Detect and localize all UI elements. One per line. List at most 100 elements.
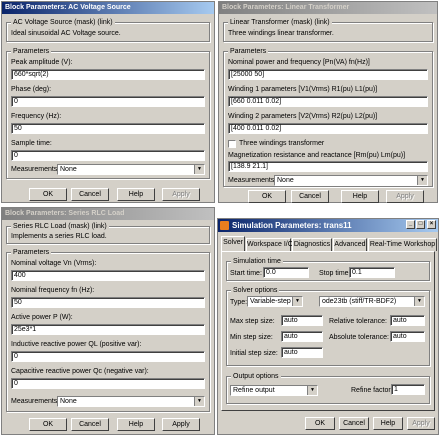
rlc-measurements-label: Measurements xyxy=(11,398,58,405)
tr-help-button[interactable]: Help xyxy=(341,190,379,203)
transformer-params-title: Parameters xyxy=(228,47,269,56)
minimize-icon[interactable]: _ xyxy=(406,220,415,229)
simulation-time-title: Simulation time xyxy=(231,257,283,266)
ac-measurements-select[interactable]: None ▼ xyxy=(57,164,205,175)
sim-ok-button[interactable]: OK xyxy=(305,417,335,430)
rlc-help-button[interactable]: Help xyxy=(117,418,155,431)
chevron-down-icon[interactable]: ▼ xyxy=(194,165,204,174)
rlc-mask-group: Series RLC Load (mask) (link) Implements… xyxy=(6,222,210,244)
stop-time-input[interactable]: 0.1 xyxy=(349,267,395,278)
winding2-label: Winding 2 parameters [V2(Vrms) R2(pu) L2… xyxy=(228,113,378,120)
ac-source-description: Ideal sinusoidal AC Voltage source. xyxy=(11,30,121,37)
rlc-description: Implements a series RLC load. xyxy=(11,233,107,240)
initial-step-label: Initial step size: xyxy=(230,350,278,357)
tr-measurements-select[interactable]: None ▼ xyxy=(274,175,428,186)
three-windings-label: Three windings transformer xyxy=(239,140,325,147)
tr-cancel-button[interactable]: Cancel xyxy=(291,190,329,203)
transformer-titlebar[interactable]: Block Parameters: Linear Transformer xyxy=(219,2,437,14)
nominal-frequency-label: Nominal frequency fn (Hz): xyxy=(11,287,95,294)
tr-measurements-value: None xyxy=(277,177,294,184)
type-value: Variable-step xyxy=(250,298,291,305)
rlc-apply-button[interactable]: Apply xyxy=(162,418,200,431)
tab-diagnostics[interactable]: Diagnostics xyxy=(292,238,332,251)
peak-amplitude-label: Peak amplitude (V): xyxy=(11,59,73,66)
sim-apply-button[interactable]: Apply xyxy=(407,417,435,430)
magnetization-label: Magnetization resistance and reactance [… xyxy=(228,152,406,159)
ac-cancel-button[interactable]: Cancel xyxy=(71,188,109,201)
winding1-input[interactable]: [660 0.011 0.02] xyxy=(228,96,428,107)
tab-solver[interactable]: Solver xyxy=(221,236,245,251)
relative-tolerance-label: Relative tolerance: xyxy=(329,318,387,325)
peak-amplitude-input[interactable]: 660*sqrt(2) xyxy=(11,69,205,80)
ac-source-params-title: Parameters xyxy=(11,47,52,56)
refine-factor-input[interactable]: 1 xyxy=(391,384,425,395)
ac-ok-button[interactable]: OK xyxy=(29,188,67,201)
min-step-input[interactable]: auto xyxy=(281,331,323,342)
capacitive-power-input[interactable]: 0 xyxy=(11,378,205,389)
inductive-power-input[interactable]: 0 xyxy=(11,351,205,362)
ac-source-params-group: Parameters Peak amplitude (V): 660*sqrt(… xyxy=(6,47,210,179)
active-power-input[interactable]: 25e3*1 xyxy=(11,324,205,335)
ac-measurements-value: None xyxy=(60,166,77,173)
ac-source-mask-group: AC Voltage Source (mask) (link) Ideal si… xyxy=(6,18,210,42)
winding2-input[interactable]: [400 0.011 0.02] xyxy=(228,123,428,134)
absolute-tolerance-input[interactable]: auto xyxy=(390,331,425,342)
phase-label: Phase (deg): xyxy=(11,86,52,93)
rlc-cancel-button[interactable]: Cancel xyxy=(71,418,109,431)
nominal-power-label: Nominal power and frequency [Pn(VA) fn(H… xyxy=(228,59,370,66)
tab-advanced[interactable]: Advanced xyxy=(333,238,367,251)
rlc-titlebar[interactable]: Block Parameters: Series RLC Load xyxy=(2,208,214,220)
ac-apply-button[interactable]: Apply xyxy=(162,188,200,201)
sim-params-dialog: Simulation Parameters: trans11 _ □ × Sol… xyxy=(217,218,439,435)
solver-options-group: Solver options Type: Variable-step ▼ ode… xyxy=(226,286,430,366)
tab-workspace-io[interactable]: Workspace I/O xyxy=(246,238,293,251)
start-time-label: Start time: xyxy=(230,270,262,277)
output-select[interactable]: Refine output ▼ xyxy=(230,385,318,396)
solver-select[interactable]: ode23tb (stiff/TR-BDF2) ▼ xyxy=(319,296,425,307)
start-time-input[interactable]: 0.0 xyxy=(263,267,309,278)
chevron-down-icon[interactable]: ▼ xyxy=(194,397,204,406)
relative-tolerance-input[interactable]: auto xyxy=(390,315,425,326)
tr-ok-button[interactable]: OK xyxy=(248,190,286,203)
sim-help-button[interactable]: Help xyxy=(373,417,403,430)
nominal-voltage-input[interactable]: 400 xyxy=(11,270,205,281)
type-select[interactable]: Variable-step ▼ xyxy=(247,296,303,307)
rlc-measurements-select[interactable]: None ▼ xyxy=(57,396,205,407)
rlc-params-title: Parameters xyxy=(11,248,52,257)
sim-titlebar[interactable]: Simulation Parameters: trans11 _ □ × xyxy=(218,219,438,232)
tab-real-time-workshop[interactable]: Real-Time Workshop xyxy=(368,238,437,251)
frequency-input[interactable]: 50 xyxy=(11,123,205,134)
output-options-title: Output options xyxy=(231,372,281,381)
tr-apply-button[interactable]: Apply xyxy=(386,190,424,203)
ac-source-group-title: AC Voltage Source (mask) (link) xyxy=(11,18,115,27)
max-step-label: Max step size: xyxy=(230,318,275,325)
ac-help-button[interactable]: Help xyxy=(117,188,155,201)
nominal-frequency-input[interactable]: 50 xyxy=(11,297,205,308)
capacitive-power-label: Capacitive reactive power Qc (negative v… xyxy=(11,368,149,375)
transformer-params-group: Parameters Nominal power and frequency [… xyxy=(223,47,433,187)
sim-cancel-button[interactable]: Cancel xyxy=(339,417,369,430)
magnetization-input[interactable]: [138.9 21.1] xyxy=(228,161,428,172)
active-power-label: Active power P (W): xyxy=(11,314,73,321)
initial-step-input[interactable]: auto xyxy=(281,347,323,358)
ac-source-dialog: Block Parameters: AC Voltage Source AC V… xyxy=(1,1,215,203)
sample-time-input[interactable]: 0 xyxy=(11,150,205,161)
nominal-power-input[interactable]: [25000 50] xyxy=(228,69,428,80)
chevron-down-icon[interactable]: ▼ xyxy=(414,297,424,306)
rlc-params-group: Parameters Nominal voltage Vn (Vrms): 40… xyxy=(6,248,210,412)
inductive-power-label: Inductive reactive power QL (positive va… xyxy=(11,341,142,348)
ac-source-titlebar[interactable]: Block Parameters: AC Voltage Source xyxy=(2,2,214,14)
maximize-icon[interactable]: □ xyxy=(416,220,425,229)
chevron-down-icon[interactable]: ▼ xyxy=(417,176,427,185)
transformer-title: Block Parameters: Linear Transformer xyxy=(222,4,350,11)
close-icon[interactable]: × xyxy=(427,220,436,229)
chevron-down-icon[interactable]: ▼ xyxy=(292,297,302,306)
chevron-down-icon[interactable]: ▼ xyxy=(307,386,317,395)
max-step-input[interactable]: auto xyxy=(281,315,323,326)
transformer-description: Three windings linear transformer. xyxy=(228,30,334,37)
winding1-label: Winding 1 parameters [V1(Vrms) R1(pu) L1… xyxy=(228,86,378,93)
rlc-ok-button[interactable]: OK xyxy=(29,418,67,431)
three-windings-checkbox[interactable] xyxy=(228,140,236,148)
phase-input[interactable]: 0 xyxy=(11,96,205,107)
solver-value: ode23tb (stiff/TR-BDF2) xyxy=(322,298,397,305)
